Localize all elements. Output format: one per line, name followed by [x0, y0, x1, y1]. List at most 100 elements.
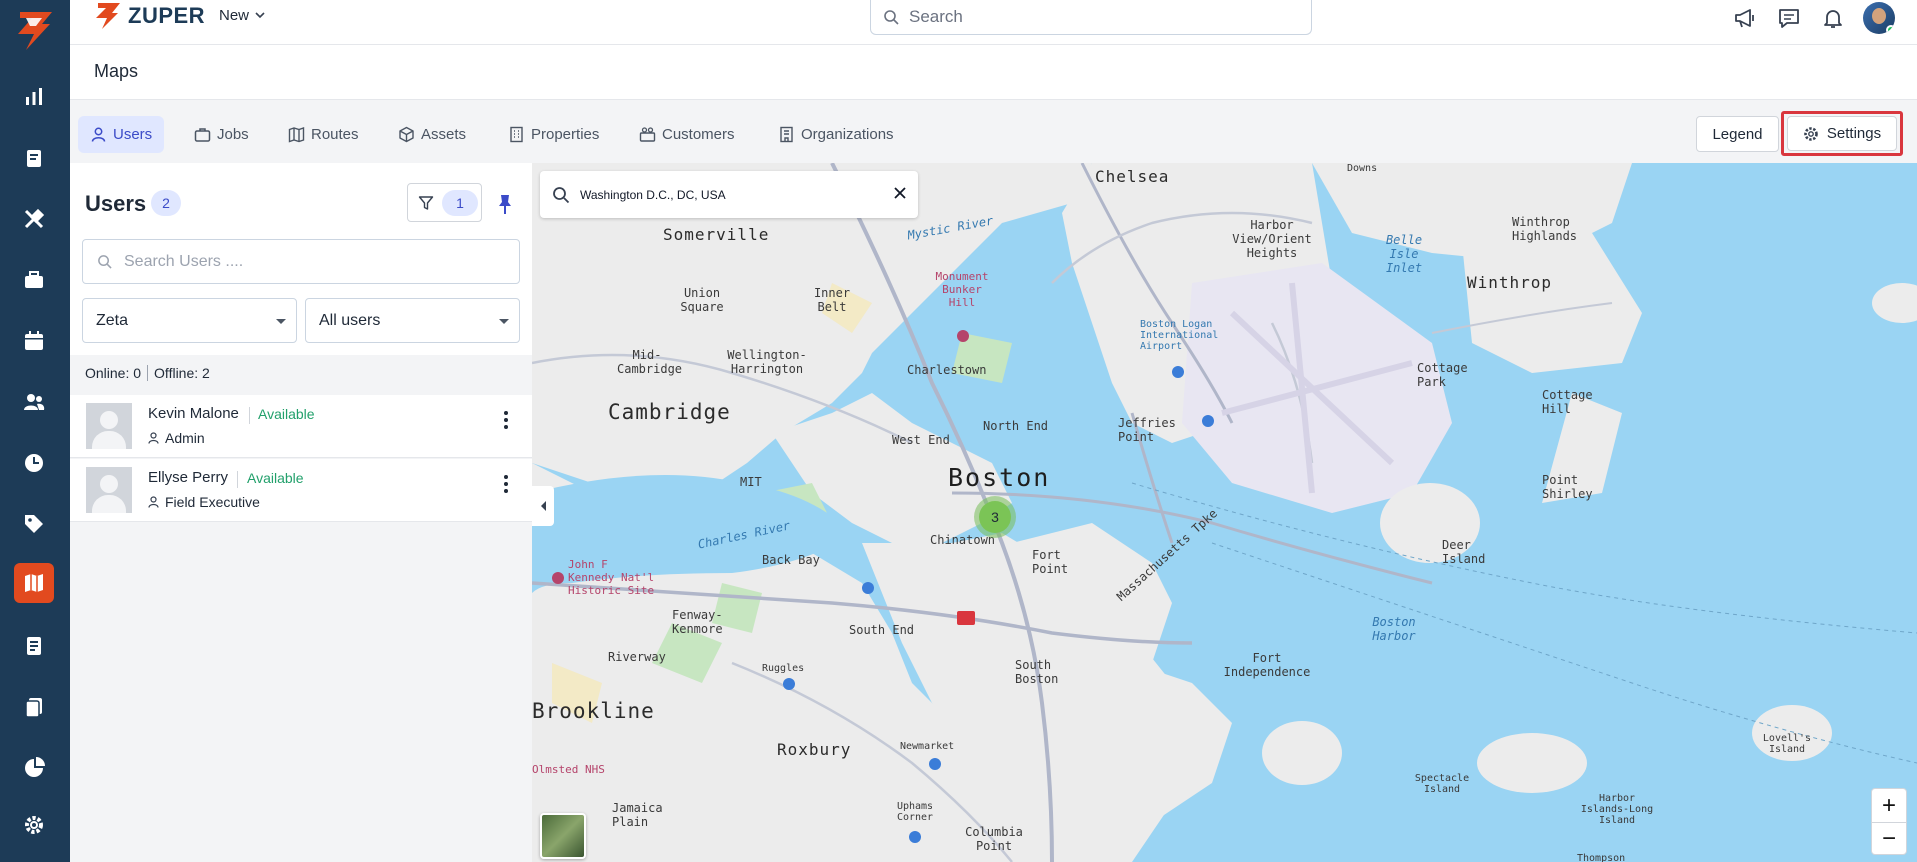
- tab-users[interactable]: Users: [78, 116, 165, 153]
- map-label-boston: Boston: [948, 463, 1051, 492]
- tab-organizations-label: Organizations: [801, 126, 894, 143]
- tab-jobs[interactable]: Jobs: [182, 116, 261, 153]
- map-label-jfk-site: John F Kennedy Nat'l Historic Site: [568, 558, 655, 597]
- page-header: Maps: [70, 45, 1917, 100]
- tab-assets[interactable]: Assets: [386, 116, 478, 153]
- tab-properties-label: Properties: [531, 126, 600, 143]
- divider: [147, 365, 149, 381]
- filter-button[interactable]: 1: [407, 183, 482, 222]
- new-menu-button[interactable]: New: [219, 7, 265, 24]
- user-avatar-placeholder: [86, 403, 132, 449]
- user-status: Available: [258, 406, 315, 422]
- map-label-logan-airport: Boston Logan International Airport: [1140, 319, 1219, 352]
- map-search-value: Washington D.C., DC, USA: [580, 187, 726, 202]
- user-list-item[interactable]: Kevin Malone Available Admin: [70, 395, 532, 458]
- zuper-logo-icon[interactable]: [12, 8, 58, 52]
- nav-timesheet-icon[interactable]: [14, 443, 54, 483]
- left-nav-rail: [0, 0, 70, 862]
- map-label-ruggles: Ruggles: [762, 663, 805, 674]
- user-name: Ellyse Perry: [148, 469, 229, 486]
- nav-invoices-icon[interactable]: [14, 626, 54, 666]
- global-search-input[interactable]: Search: [870, 0, 1312, 35]
- brand[interactable]: ZUPER: [94, 0, 205, 32]
- zoom-out-button[interactable]: −: [1872, 822, 1906, 855]
- nav-pricing-tag-icon[interactable]: [14, 504, 54, 544]
- pin-icon[interactable]: [495, 193, 515, 215]
- chat-icon[interactable]: [1775, 4, 1803, 32]
- new-menu-label: New: [219, 7, 250, 24]
- app-root: ZUPER New Search Maps Users Jobs Routes …: [0, 0, 1917, 862]
- nav-settings-gear-icon[interactable]: [14, 805, 54, 845]
- map-view[interactable]: Chelsea Somerville Cambridge Boston Wint…: [532, 163, 1917, 862]
- map-label-back-bay: Back Bay: [762, 553, 820, 567]
- map-label-inner-belt: Inner Belt: [813, 286, 851, 314]
- notifications-bell-icon[interactable]: [1819, 4, 1847, 32]
- nav-tools-icon[interactable]: [14, 199, 54, 239]
- cube-icon: [399, 126, 414, 143]
- map-label-south-end: South End: [849, 623, 915, 637]
- legend-label: Legend: [1712, 125, 1763, 143]
- more-options-icon[interactable]: [497, 473, 515, 495]
- settings-button-highlight: Settings: [1781, 111, 1903, 156]
- user-role: Admin: [148, 430, 205, 446]
- map-label-jamaica-plain: Jamaica Plain: [612, 801, 663, 829]
- customers-icon: [639, 127, 656, 142]
- users-filter-select[interactable]: All users: [305, 298, 520, 343]
- map-label-fort-point: Fort Point: [1032, 548, 1069, 576]
- map-label-boston-harbor: Boston Harbor: [1372, 615, 1416, 643]
- user-icon: [91, 127, 106, 142]
- tab-organizations[interactable]: Organizations: [766, 116, 906, 153]
- map-label-charlestown: Charlestown: [907, 363, 987, 377]
- map-cluster-marker[interactable]: 3: [974, 496, 1016, 538]
- map-label-roxbury: Roxbury: [777, 740, 852, 759]
- tab-routes[interactable]: Routes: [276, 116, 371, 153]
- map-label-olmsted: Olmsted NHS: [532, 763, 605, 776]
- map-label-mid-cambridge: Mid-Cambridge: [617, 348, 683, 376]
- nav-reports-icon[interactable]: [14, 748, 54, 788]
- team-select[interactable]: Zeta: [82, 298, 297, 343]
- divider: [249, 407, 250, 424]
- more-options-icon[interactable]: [497, 409, 515, 431]
- nav-customers-icon[interactable]: [14, 382, 54, 422]
- map-label-union-square: Union Square: [680, 286, 724, 314]
- tab-jobs-label: Jobs: [217, 126, 249, 143]
- map-label-thompson: Thompson: [1577, 853, 1626, 862]
- settings-button[interactable]: Settings: [1787, 116, 1897, 151]
- nav-documents-icon[interactable]: [14, 687, 54, 727]
- map-label-newmarket: Newmarket: [900, 741, 955, 752]
- tab-customers[interactable]: Customers: [627, 116, 747, 153]
- user-role-label: Admin: [165, 430, 205, 446]
- users-count-badge: 2: [151, 190, 181, 216]
- nav-assets-icon[interactable]: [14, 260, 54, 300]
- user-list-item[interactable]: Ellyse Perry Available Field Executive: [70, 459, 532, 522]
- nav-calendar-icon[interactable]: [14, 321, 54, 361]
- user-avatar[interactable]: [1863, 2, 1895, 34]
- map-label-bunker-hill: Monument Bunker Hill: [935, 270, 989, 309]
- map-label-chelsea: Chelsea: [1095, 167, 1170, 186]
- nav-maps-icon[interactable]: [14, 563, 54, 603]
- map-label-fort-independence: Fort Independence: [1223, 651, 1311, 679]
- map-label-cottage-hill: Cottage Hill: [1542, 388, 1593, 416]
- map-search-input[interactable]: Washington D.C., DC, USA: [540, 171, 918, 218]
- tab-properties[interactable]: Properties: [496, 116, 611, 153]
- satellite-layer-toggle[interactable]: [540, 813, 586, 859]
- users-panel-header: Users 2 1 Search Users .... Zeta All use…: [70, 163, 532, 355]
- nav-jobs-icon[interactable]: [14, 138, 54, 178]
- announcement-megaphone-icon[interactable]: [1731, 4, 1759, 32]
- online-status-dot: [1886, 25, 1895, 34]
- map-label-belle-isle-inlet: Belle Isle Inlet: [1385, 233, 1423, 275]
- caret-down-icon: [276, 319, 286, 324]
- zoom-in-button[interactable]: +: [1872, 789, 1906, 822]
- tab-customers-label: Customers: [662, 126, 735, 143]
- close-icon[interactable]: [892, 185, 908, 201]
- nav-analytics-icon[interactable]: [14, 77, 54, 117]
- map-label-lovells-island: Lovell's Island: [1762, 733, 1812, 755]
- legend-button[interactable]: Legend: [1696, 116, 1779, 152]
- collapse-panel-button[interactable]: [532, 486, 554, 526]
- team-select-value: Zeta: [96, 311, 129, 329]
- map-label-brookline: Brookline: [532, 699, 655, 723]
- user-name: Kevin Malone: [148, 405, 239, 422]
- map-label-riverway: Riverway: [608, 650, 666, 664]
- offline-count: Offline: 2: [154, 365, 210, 381]
- users-search-input[interactable]: Search Users ....: [82, 239, 520, 284]
